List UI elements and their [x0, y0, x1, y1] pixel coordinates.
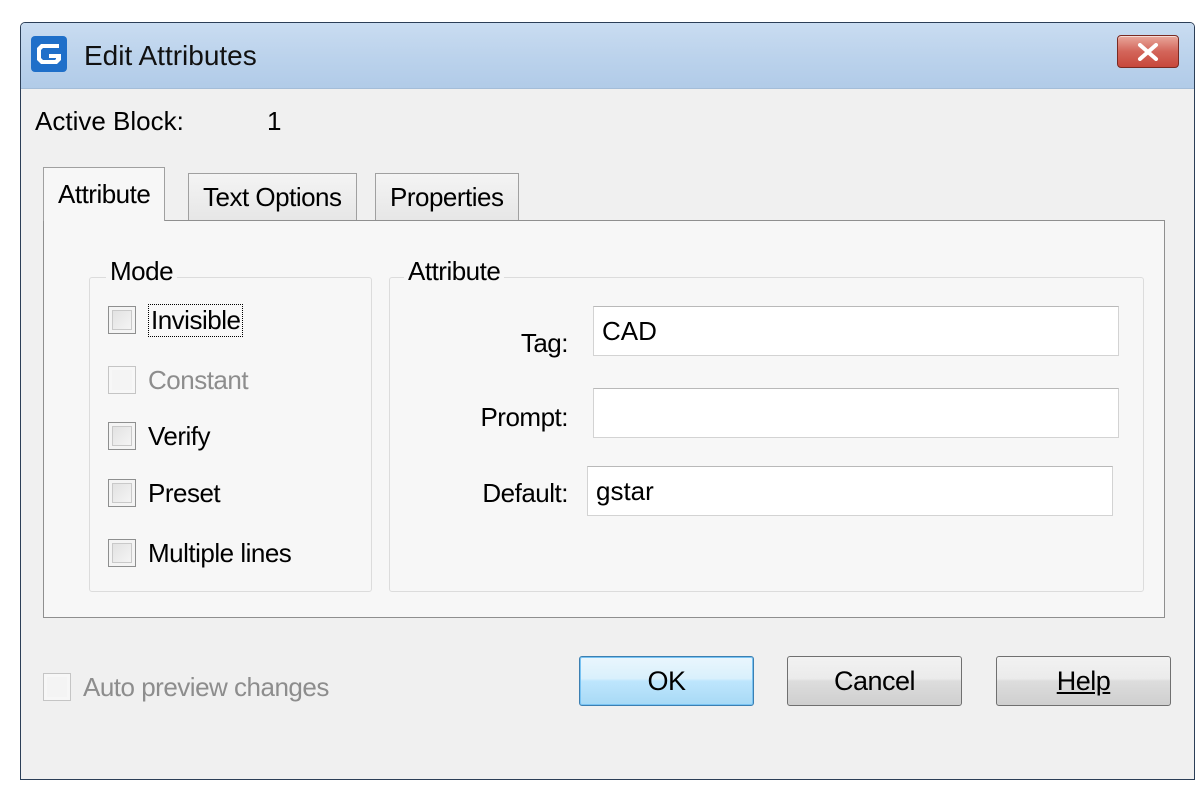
cancel-button[interactable]: Cancel — [787, 656, 962, 706]
help-button-label: Help — [1056, 665, 1111, 696]
constant-checkbox-label: Constant — [148, 364, 249, 395]
attribute-group: Attribute Tag: Prompt: Default: — [389, 256, 1144, 592]
verify-checkbox-label: Verify — [148, 420, 211, 451]
tab-panel-attribute: Mode Invisible Constant Verify Preset Mu… — [43, 220, 1165, 618]
ok-button[interactable]: OK — [579, 656, 754, 706]
attribute-group-title: Attribute — [404, 256, 505, 287]
multiple-lines-checkbox-label: Multiple lines — [148, 537, 292, 568]
active-block-value: 1 — [267, 106, 282, 136]
default-label: Default: — [482, 478, 568, 508]
verify-checkbox[interactable]: Verify — [108, 419, 211, 453]
active-block-label: Active Block: — [35, 106, 184, 136]
invisible-checkbox[interactable]: Invisible — [108, 303, 244, 337]
close-x-icon — [1138, 42, 1158, 61]
auto-preview-checkbox: Auto preview changes — [43, 670, 329, 704]
constant-checkbox: Constant — [108, 363, 249, 397]
preset-checkbox[interactable]: Preset — [108, 476, 221, 510]
close-button[interactable] — [1117, 35, 1179, 68]
title-bar[interactable]: Edit Attributes — [21, 23, 1194, 89]
tab-attribute-label: Attribute — [58, 179, 151, 209]
verify-checkbox-box[interactable] — [108, 422, 136, 450]
mode-group: Mode Invisible Constant Verify Preset Mu… — [89, 256, 372, 592]
gstarcad-logo-icon — [31, 36, 67, 72]
multiple-lines-checkbox-box[interactable] — [108, 539, 136, 567]
prompt-input[interactable] — [593, 388, 1119, 438]
invisible-checkbox-box[interactable] — [108, 306, 136, 334]
constant-checkbox-box — [108, 366, 136, 394]
preset-checkbox-box[interactable] — [108, 479, 136, 507]
window-title: Edit Attributes — [84, 40, 257, 71]
tab-attribute[interactable]: Attribute — [43, 167, 166, 221]
ok-button-label: OK — [647, 665, 686, 696]
dialog-body: Active Block: 1 Attribute Text Options P… — [21, 90, 1194, 779]
auto-preview-label: Auto preview changes — [83, 671, 329, 702]
cancel-button-label: Cancel — [833, 665, 916, 696]
invisible-checkbox-label: Invisible — [148, 303, 244, 337]
prompt-label: Prompt: — [480, 402, 568, 432]
edit-attributes-dialog: Edit Attributes Active Block: 1 Attribut… — [20, 22, 1195, 780]
tag-input[interactable] — [593, 306, 1119, 356]
preset-checkbox-label: Preset — [148, 477, 221, 508]
auto-preview-checkbox-box — [43, 673, 71, 701]
multiple-lines-checkbox[interactable]: Multiple lines — [108, 536, 292, 570]
tag-label: Tag: — [520, 328, 569, 358]
tab-properties[interactable]: Properties — [375, 173, 519, 221]
mode-group-title: Mode — [106, 256, 178, 287]
default-input[interactable] — [587, 466, 1113, 516]
tab-properties-label: Properties — [390, 182, 504, 212]
help-button[interactable]: Help — [996, 656, 1171, 706]
tab-text-options[interactable]: Text Options — [188, 173, 357, 221]
tab-text-options-label: Text Options — [203, 182, 342, 212]
